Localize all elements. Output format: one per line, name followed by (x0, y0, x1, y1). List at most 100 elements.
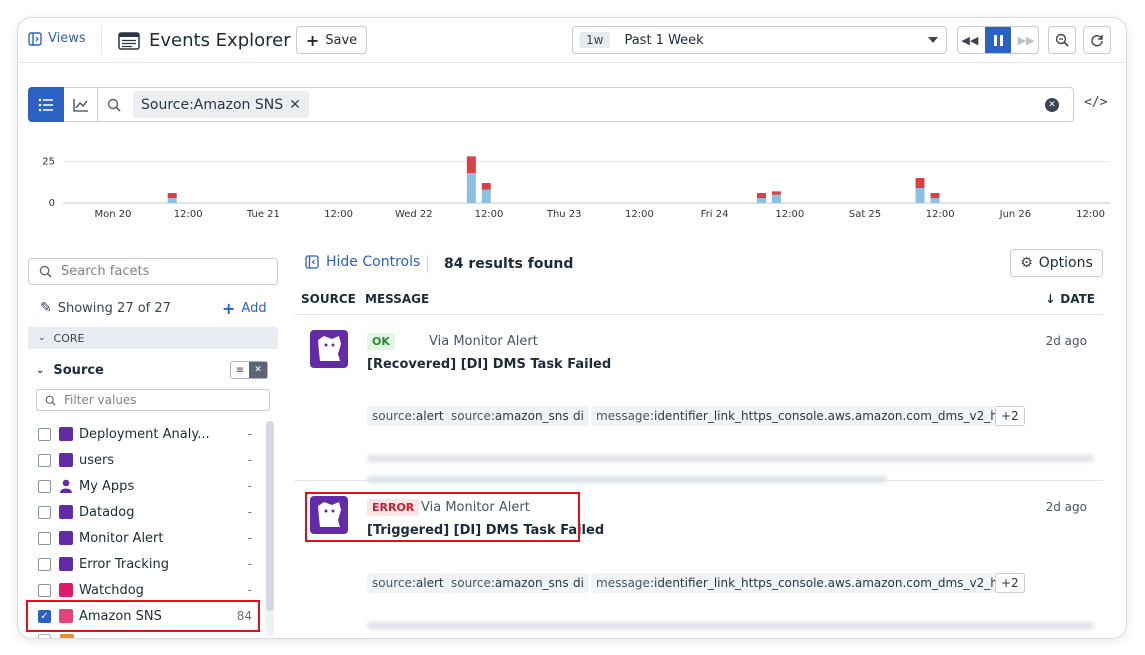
filter-values-field[interactable]: Filter values (36, 389, 270, 411)
x-tick-label: 12:00 (174, 209, 203, 220)
timeseries-view-toggle[interactable] (64, 88, 98, 121)
source-facet-header[interactable]: ⌄ Source (36, 363, 104, 378)
page-title: Events Explorer (149, 30, 291, 51)
add-facet-label: Add (241, 301, 267, 316)
forward-button[interactable]: ▶▶ (1018, 34, 1035, 47)
options-label: Options (1038, 255, 1093, 271)
rewind-button[interactable]: ◀◀ (961, 34, 978, 47)
pencil-icon[interactable]: ✎ (40, 300, 52, 316)
tag-chip[interactable]: source:alert (367, 406, 449, 426)
close-icon[interactable]: ✕ (249, 362, 267, 378)
tag-chip[interactable]: message:identifier_link_https_console.aw… (591, 406, 997, 426)
event-stream-icon (118, 31, 140, 50)
facet-item-label: Error Tracking (79, 556, 169, 572)
facet-item-users[interactable]: users - (38, 447, 258, 473)
facet-item-count: - (247, 505, 252, 519)
x-tick-label: Sat 25 (849, 209, 881, 220)
event-row[interactable]: OK Via Monitor Alert [Recovered] [DI] DM… (294, 315, 1103, 483)
tag-chip[interactable]: di (568, 573, 589, 593)
views-label: Views (48, 31, 86, 46)
tag-chip[interactable]: source:alert (367, 573, 449, 593)
remove-token-icon[interactable]: ✕ (289, 97, 301, 113)
datadog-logo-icon (59, 531, 73, 545)
filter-icon[interactable]: ≡ (231, 362, 249, 378)
watchdog-icon (59, 583, 73, 597)
checkbox[interactable] (38, 505, 51, 519)
pause-button[interactable] (985, 27, 1011, 53)
facet-item-count: - (247, 531, 252, 545)
redacted-text (367, 622, 1094, 629)
playback-controls: ◀◀ ▶▶ (957, 26, 1039, 54)
search-bar: Source:Amazon SNS ✕ ✕ (28, 87, 1074, 122)
options-button[interactable]: ⚙ Options (1010, 249, 1103, 277)
divider (427, 255, 428, 273)
x-tick-label: 12:00 (775, 209, 804, 220)
checkbox[interactable] (38, 531, 51, 545)
refresh-button[interactable] (1083, 26, 1111, 54)
chevron-down-icon: ⌄ (36, 365, 45, 376)
checkbox[interactable] (38, 557, 51, 571)
code-view-icon[interactable]: </> (1084, 95, 1107, 110)
tag-chip[interactable]: source:amazon_sns (446, 406, 574, 426)
facet-search-field[interactable]: Search facets (28, 258, 278, 285)
bar-segment (481, 189, 491, 203)
list-view-toggle[interactable] (28, 87, 64, 122)
event-date: 2d ago (1045, 334, 1087, 348)
tag-chip[interactable]: source:amazon_sns (446, 573, 574, 593)
column-source[interactable]: SOURCE (301, 292, 356, 306)
facet-item-label: My Apps (79, 478, 135, 494)
refresh-icon (1091, 35, 1103, 47)
bar-segment (756, 193, 766, 198)
facet-item-count: - (247, 427, 252, 441)
datadog-logo-icon (59, 557, 73, 571)
plus-icon: + (222, 299, 236, 318)
zoom-out-button[interactable] (1048, 26, 1076, 54)
column-message[interactable]: MESSAGE (365, 292, 429, 306)
checkbox[interactable] (38, 634, 51, 638)
column-date[interactable]: ↓ DATE (1045, 292, 1095, 306)
time-range-picker[interactable]: 1w Past 1 Week (572, 26, 947, 54)
save-button[interactable]: + Save (296, 26, 367, 54)
event-title[interactable]: [Recovered] [DI] DMS Task Failed (367, 357, 611, 372)
x-tick-label: 12:00 (1076, 209, 1105, 220)
event-row[interactable]: ERROR Via Monitor Alert [Triggered] [DI]… (294, 481, 1103, 638)
facet-item-error-tracking[interactable]: Error Tracking - (38, 551, 258, 577)
list-icon (38, 98, 53, 111)
results-table-header: SOURCE MESSAGE ↓ DATE (294, 284, 1103, 315)
checkbox[interactable] (38, 453, 51, 467)
bar-segment (466, 173, 476, 203)
more-tags-button[interactable]: +2 (995, 406, 1025, 426)
facet-scrollbar[interactable] (266, 421, 274, 636)
facet-item-count: - (247, 479, 252, 493)
x-tick-label: Mon 20 (95, 209, 132, 220)
x-tick-label: Wed 22 (395, 209, 433, 220)
checkbox[interactable] (38, 479, 51, 493)
facet-item-datadog[interactable]: Datadog - (38, 499, 258, 525)
clear-search-icon[interactable]: ✕ (1045, 98, 1059, 112)
bar-segment (771, 191, 781, 195)
facets-showing: ✎ Showing 27 of 27 (40, 300, 171, 316)
tag-chip[interactable]: message:identifier_link_https_console.aw… (591, 573, 997, 593)
checkbox[interactable] (38, 427, 51, 441)
highlight-box (305, 492, 580, 542)
checkbox[interactable] (38, 583, 51, 597)
facet-group-core[interactable]: ⌄ CORE (28, 327, 278, 349)
facets-showing-label: Showing 27 of 27 (57, 300, 171, 316)
facet-item-monitor-alert[interactable]: Monitor Alert - (38, 525, 258, 551)
bar-segment (481, 183, 491, 190)
query-token[interactable]: Source:Amazon SNS ✕ (133, 91, 309, 118)
scrollbar-thumb[interactable] (266, 421, 274, 611)
source-icon (60, 634, 74, 638)
views-button[interactable]: Views (28, 31, 86, 46)
x-tick-label: 12:00 (324, 209, 353, 220)
add-facet-button[interactable]: + Add (222, 299, 267, 318)
more-tags-button[interactable]: +2 (995, 573, 1025, 593)
search-icon (45, 395, 56, 406)
facet-item-my-apps[interactable]: My Apps - (38, 473, 258, 499)
facet-item-deployment-analytics[interactable]: Deployment Analy... - (38, 421, 258, 447)
facet-item-label: users (79, 452, 115, 468)
tag-chip[interactable]: di (568, 406, 589, 426)
source-facet-title: Source (53, 363, 104, 378)
datadog-logo-icon (59, 427, 73, 441)
hide-controls-button[interactable]: Hide Controls (305, 254, 420, 270)
